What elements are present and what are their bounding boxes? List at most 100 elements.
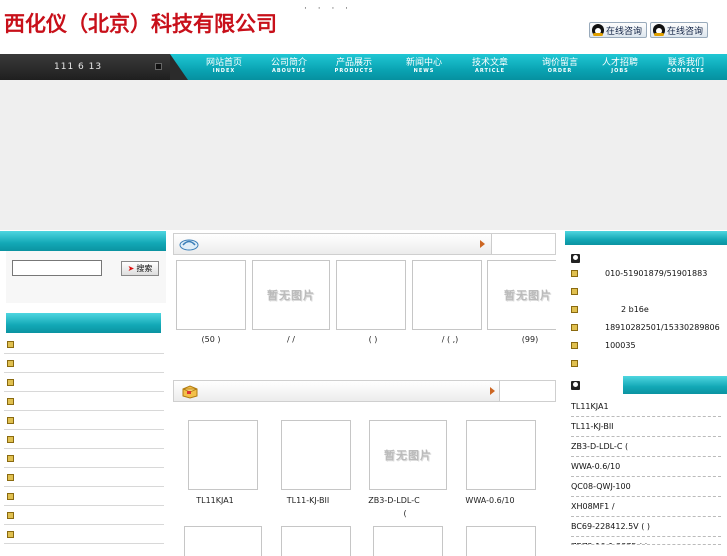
search-panel xyxy=(6,251,166,303)
qq-penguin-icon xyxy=(653,24,665,36)
nav-label: 产品展示 xyxy=(335,58,372,68)
product-list-header xyxy=(623,376,727,394)
nav-item-aboutus[interactable]: 公司简介 ABOUTUS xyxy=(259,58,319,75)
category-item[interactable] xyxy=(4,506,164,525)
left-section-header xyxy=(0,231,166,251)
product-list-item[interactable]: WWA-0.6/10 xyxy=(571,457,721,477)
banner xyxy=(0,80,727,230)
product-image[interactable] xyxy=(466,420,536,490)
contact-mobile: 18910282501/15330289806 xyxy=(605,323,720,332)
product-caption[interactable]: WWA-0.6/10 xyxy=(462,496,518,505)
category-item[interactable] xyxy=(4,468,164,487)
contact-row-mobile: 18910282501/15330289806 xyxy=(563,319,727,337)
arrow-right-icon: ➤ xyxy=(127,264,135,273)
nav-item-order[interactable]: 询价留言 ORDER xyxy=(530,58,590,75)
contact-row-address: 2 b16e xyxy=(563,301,727,319)
nav-item-article[interactable]: 技术文章 ARTICLE xyxy=(460,58,520,75)
nav-label: 联系我们 xyxy=(667,58,704,68)
product-caption[interactable]: TL11KJA1 xyxy=(188,496,242,505)
contact-row-postcode: 100035 xyxy=(563,337,727,355)
bullet-icon xyxy=(571,360,578,367)
category-item[interactable] xyxy=(4,449,164,468)
gallery-caption[interactable]: (99) xyxy=(510,335,550,344)
product-image[interactable] xyxy=(373,526,443,556)
category-item[interactable] xyxy=(4,430,164,449)
product-image[interactable] xyxy=(466,526,536,556)
nav-sublabel: PRODUCTS xyxy=(334,68,374,74)
gallery-caption[interactable]: / / xyxy=(266,335,316,344)
nav-item-products[interactable]: 产品展示 PRODUCTS xyxy=(324,58,384,75)
nav-label: 人才招聘 xyxy=(601,58,638,68)
nav-sublabel: CONTACTS xyxy=(667,68,705,74)
search-button[interactable]: ➤ 搜索 xyxy=(121,261,159,276)
bullet-icon xyxy=(7,398,14,405)
gallery-image[interactable] xyxy=(176,260,246,330)
gallery-caption[interactable]: (50 ) xyxy=(186,335,236,344)
products-section-header xyxy=(173,380,556,402)
product-list-icon xyxy=(571,381,580,390)
no-image-placeholder: 暂无图片 xyxy=(504,289,552,302)
bullet-icon xyxy=(7,493,14,500)
product-image[interactable] xyxy=(188,420,258,490)
qq-consult-label: 在线咨询 xyxy=(667,26,704,37)
product-image[interactable] xyxy=(281,420,351,490)
nav-item-contacts[interactable]: 联系我们 CONTACTS xyxy=(656,58,716,75)
category-item[interactable] xyxy=(4,411,164,430)
bullet-icon xyxy=(7,379,14,386)
product-list-item[interactable]: BC69-228412.5V ( ) xyxy=(571,517,721,537)
product-image[interactable] xyxy=(184,526,262,556)
product-list-item[interactable]: ZB3-D-LDL-C ( xyxy=(571,437,721,457)
category-item[interactable] xyxy=(4,335,164,354)
product-list-item[interactable]: TL11-KJ-BII xyxy=(571,417,721,437)
category-item[interactable] xyxy=(4,487,164,506)
product-list-item[interactable]: ZBZ2-10-1.2375 ( ) xyxy=(571,537,721,545)
product-caption[interactable]: TL11-KJ-BII xyxy=(281,496,335,505)
contact-person-icon xyxy=(571,254,580,263)
gallery-caption[interactable]: / ( ,) xyxy=(420,335,480,344)
product-image[interactable] xyxy=(281,526,351,556)
more-arrow-icon[interactable] xyxy=(480,240,485,248)
bullet-icon xyxy=(571,288,578,295)
nav-label: 技术文章 xyxy=(471,58,508,68)
qq-consult-button-1[interactable]: 在线咨询 xyxy=(589,22,647,38)
category-item[interactable] xyxy=(4,354,164,373)
search-button-label: 搜索 xyxy=(136,264,153,273)
nav-sublabel: ABOUTUS xyxy=(271,68,307,74)
nav-menu: 网站首页 INDEX 公司简介 ABOUTUS 产品展示 PRODUCTS 新闻中心 N… xyxy=(170,54,727,80)
gallery-image[interactable]: 暂无图片 xyxy=(487,260,556,330)
nav-item-news[interactable]: 新闻中心 NEWS xyxy=(394,58,454,75)
contact-header xyxy=(565,231,727,245)
product-image[interactable]: 暂无图片 xyxy=(369,420,447,490)
product-caption[interactable]: ZB3-D-LDL-C xyxy=(362,496,426,505)
bullet-icon xyxy=(7,512,14,519)
right-sidebar: 010-51901879/51901883 2 b16e 18910282501… xyxy=(563,231,727,545)
nav-item-index[interactable]: 网站首页 INDEX xyxy=(194,58,254,75)
product-list-item[interactable]: QC08-QWJ-100 xyxy=(571,477,721,497)
gallery-image[interactable] xyxy=(412,260,482,330)
gallery-image[interactable]: 暂无图片 xyxy=(252,260,330,330)
bullet-icon xyxy=(7,417,14,424)
nav-sublabel: JOBS xyxy=(611,68,629,74)
left-sidebar: ➤ 搜索 xyxy=(0,231,166,545)
nav-item-jobs[interactable]: 人才招聘 JOBS xyxy=(590,58,650,75)
search-input[interactable] xyxy=(12,260,102,276)
contact-row xyxy=(563,355,727,373)
gallery-caption[interactable]: ( ) xyxy=(348,335,398,344)
product-list-item[interactable]: TL11KJA1 xyxy=(571,397,721,417)
more-arrow-icon[interactable] xyxy=(490,387,495,395)
header-right-box xyxy=(499,381,555,401)
qq-consult-button-2[interactable]: 在线咨询 xyxy=(650,22,708,38)
contact-phone: 010-51901879/51901883 xyxy=(605,269,708,278)
category-item[interactable] xyxy=(4,392,164,411)
nav-label: 新闻中心 xyxy=(405,58,442,68)
product-caption-extra: ( xyxy=(403,509,407,518)
nav-sublabel: NEWS xyxy=(413,68,435,74)
bullet-icon xyxy=(7,455,14,462)
category-item[interactable] xyxy=(4,525,164,544)
box-icon xyxy=(182,385,198,399)
product-list-item[interactable]: XH08MF1 / xyxy=(571,497,721,517)
nav-square-icon xyxy=(155,63,162,70)
gallery-image[interactable] xyxy=(336,260,406,330)
company-logo[interactable]: 西化仪（北京）科技有限公司 xyxy=(4,8,277,38)
category-item[interactable] xyxy=(4,373,164,392)
